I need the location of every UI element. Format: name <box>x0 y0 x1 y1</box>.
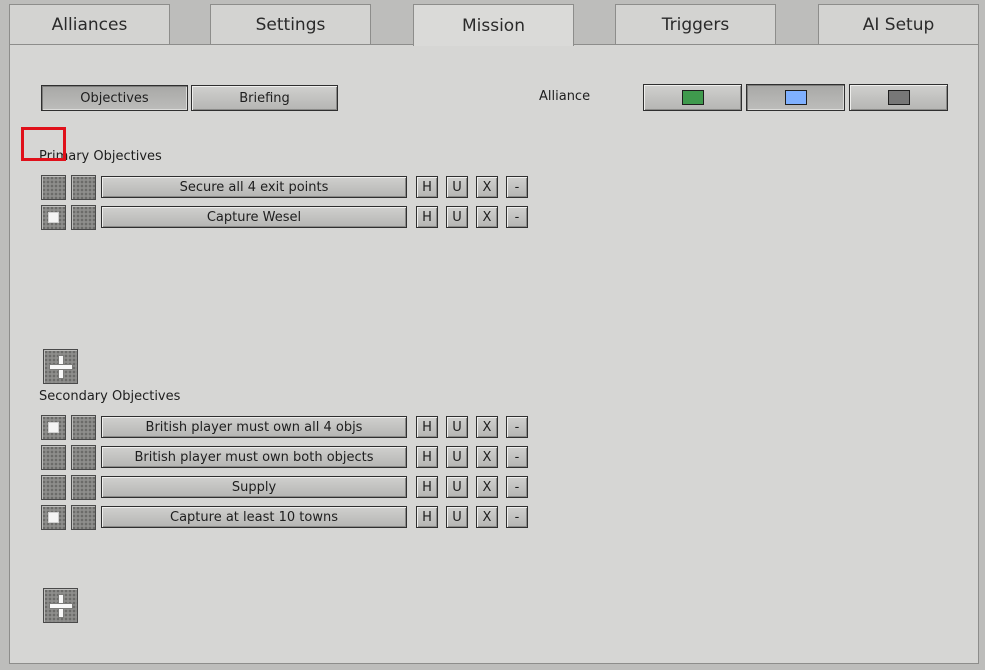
primary-objectives-title: Primary Objectives <box>39 149 162 164</box>
objective-name-button[interactable]: British player must own all 4 objs <box>101 416 407 438</box>
objective-toggle[interactable] <box>71 175 96 200</box>
objective-delete-button[interactable]: X <box>476 206 498 228</box>
add-secondary-objective-button[interactable] <box>43 588 78 623</box>
objective-u-button[interactable]: U <box>446 506 468 528</box>
objective-delete-button[interactable]: X <box>476 506 498 528</box>
blue-swatch-icon <box>784 90 807 105</box>
tab-mission[interactable]: Mission <box>413 4 574 46</box>
mission-panel: Objectives Briefing Alliance Primary Obj… <box>9 44 979 664</box>
secondary-objective-row: Supply H U X - <box>10 474 978 500</box>
objective-u-button[interactable]: U <box>446 176 468 198</box>
primary-objective-row: Secure all 4 exit points H U X - <box>10 174 978 200</box>
objective-name-button[interactable]: British player must own both objects <box>101 446 407 468</box>
alliance-blue-button[interactable] <box>746 84 845 111</box>
objective-name-button[interactable]: Supply <box>101 476 407 498</box>
plus-icon <box>48 354 73 379</box>
checked-icon <box>48 512 59 523</box>
tab-alliances[interactable]: Alliances <box>9 4 170 44</box>
objective-checkbox[interactable] <box>41 205 66 230</box>
objective-minus-button[interactable]: - <box>506 416 528 438</box>
objective-checkbox[interactable] <box>41 505 66 530</box>
tab-triggers[interactable]: Triggers <box>615 4 776 44</box>
objective-minus-button[interactable]: - <box>506 446 528 468</box>
objective-checkbox[interactable] <box>41 445 66 470</box>
secondary-objective-row: British player must own both objects H U… <box>10 444 978 470</box>
secondary-objective-row: British player must own all 4 objs H U X… <box>10 414 978 440</box>
objective-toggle[interactable] <box>71 205 96 230</box>
objective-name-button[interactable]: Capture Wesel <box>101 206 407 228</box>
objective-checkbox[interactable] <box>41 175 66 200</box>
plus-icon <box>48 593 73 618</box>
gray-swatch-icon <box>887 90 910 105</box>
objective-u-button[interactable]: U <box>446 416 468 438</box>
objective-delete-button[interactable]: X <box>476 176 498 198</box>
briefing-button[interactable]: Briefing <box>191 85 338 111</box>
add-primary-objective-button[interactable] <box>43 349 78 384</box>
objective-toggle[interactable] <box>71 505 96 530</box>
objective-delete-button[interactable]: X <box>476 416 498 438</box>
objective-name-button[interactable]: Capture at least 10 towns <box>101 506 407 528</box>
checked-icon <box>48 422 59 433</box>
tab-settings[interactable]: Settings <box>210 4 371 44</box>
objective-h-button[interactable]: H <box>416 446 438 468</box>
objective-toggle[interactable] <box>71 415 96 440</box>
objective-checkbox[interactable] <box>41 475 66 500</box>
tab-ai-setup[interactable]: AI Setup <box>818 4 979 44</box>
objective-toggle[interactable] <box>71 475 96 500</box>
objective-h-button[interactable]: H <box>416 476 438 498</box>
objective-name-button[interactable]: Secure all 4 exit points <box>101 176 407 198</box>
objective-h-button[interactable]: H <box>416 506 438 528</box>
objective-toggle[interactable] <box>71 445 96 470</box>
objective-minus-button[interactable]: - <box>506 476 528 498</box>
objective-u-button[interactable]: U <box>446 206 468 228</box>
green-swatch-icon <box>681 90 704 105</box>
checked-icon <box>48 212 59 223</box>
secondary-objectives-title: Secondary Objectives <box>39 389 181 404</box>
secondary-objective-row: Capture at least 10 towns H U X - <box>10 504 978 530</box>
objective-minus-button[interactable]: - <box>506 206 528 228</box>
objective-minus-button[interactable]: - <box>506 506 528 528</box>
alliance-label: Alliance <box>539 89 591 104</box>
objective-delete-button[interactable]: X <box>476 476 498 498</box>
objective-u-button[interactable]: U <box>446 476 468 498</box>
objective-minus-button[interactable]: - <box>506 176 528 198</box>
objective-h-button[interactable]: H <box>416 206 438 228</box>
objective-h-button[interactable]: H <box>416 176 438 198</box>
objectives-button[interactable]: Objectives <box>41 85 188 111</box>
objective-u-button[interactable]: U <box>446 446 468 468</box>
alliance-green-button[interactable] <box>643 84 742 111</box>
objective-h-button[interactable]: H <box>416 416 438 438</box>
primary-objective-row: Capture Wesel H U X - <box>10 204 978 230</box>
objective-delete-button[interactable]: X <box>476 446 498 468</box>
alliance-gray-button[interactable] <box>849 84 948 111</box>
objective-checkbox[interactable] <box>41 415 66 440</box>
